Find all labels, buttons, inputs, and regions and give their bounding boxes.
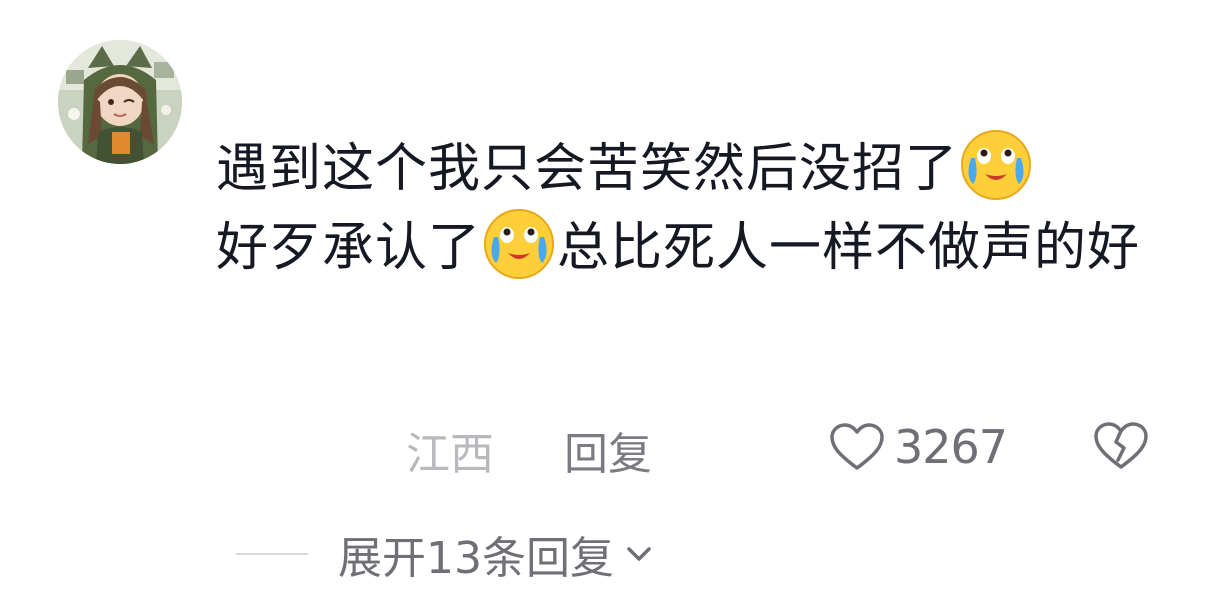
expand-replies-button[interactable]: 展开13条回复 <box>236 524 656 584</box>
like-button[interactable]: 3267 <box>828 420 1008 474</box>
expand-replies-label: 展开13条回复 <box>338 533 614 584</box>
divider <box>236 553 308 555</box>
chevron-down-icon <box>627 547 651 561</box>
avatar[interactable] <box>58 40 182 164</box>
comment-text-part-3: 总比死人一样不做声的好 <box>557 218 1141 278</box>
comment-meta-row: 江西 回复 3267 <box>0 418 1216 480</box>
avatar-girl-illustration-icon <box>58 40 182 164</box>
comment-text: 遇到这个我只会苦笑然后没招了 好歹承认了 总比死人一样不做声的好 <box>216 128 1156 286</box>
broken-heart-icon <box>1094 422 1148 469</box>
like-count: 3267 <box>894 420 1008 474</box>
crying-laughing-emoji-icon <box>484 209 555 279</box>
location-label: 江西 <box>406 429 494 480</box>
reply-button[interactable]: 回复 <box>564 418 652 482</box>
comment-text-part-2: 好歹承认了 <box>216 218 482 278</box>
heart-outline-icon <box>830 423 884 470</box>
crying-laughing-emoji-icon <box>961 130 1032 200</box>
comment-text-part-1: 遇到这个我只会苦笑然后没招了 <box>216 139 959 199</box>
comment-item: 遇到这个我只会苦笑然后没招了 好歹承认了 总比死人一样不做声的好 江西 回复 3… <box>0 0 1216 616</box>
dislike-button[interactable] <box>1092 420 1150 483</box>
